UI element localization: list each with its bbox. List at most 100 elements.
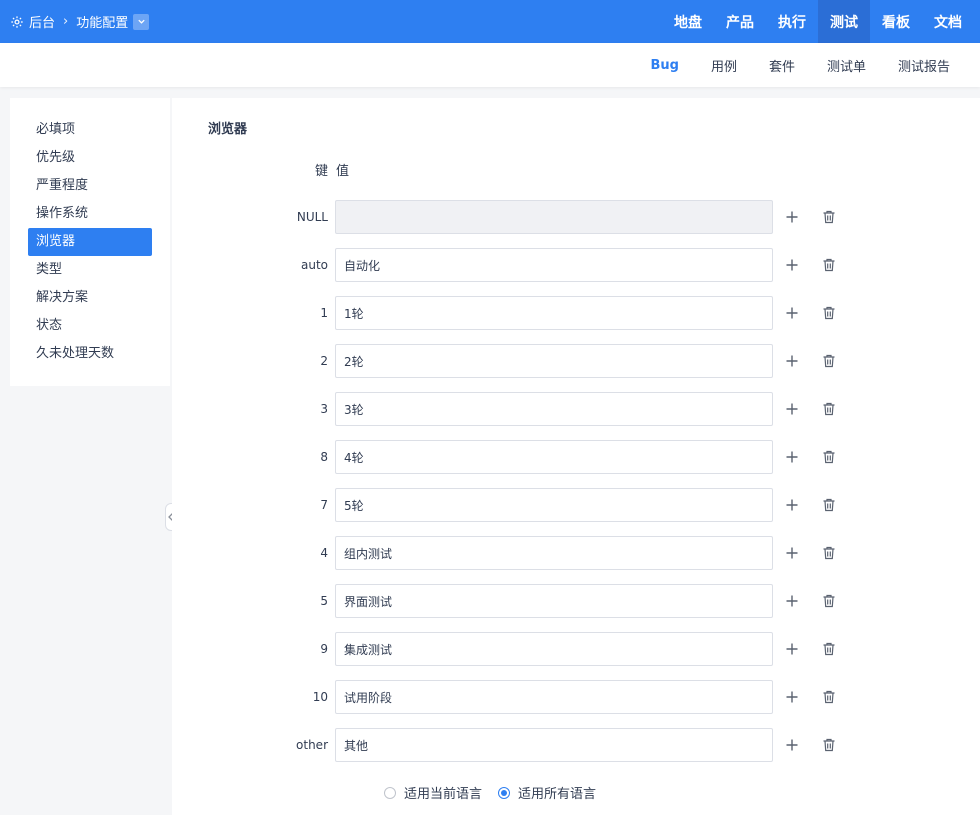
- radio-dot-icon[interactable]: [498, 786, 511, 799]
- key-value-row: 9: [172, 632, 980, 666]
- trash-icon[interactable]: [821, 641, 837, 657]
- plus-icon[interactable]: [784, 449, 800, 465]
- row-key: other: [296, 738, 328, 752]
- plus-icon[interactable]: [784, 545, 800, 561]
- row-value-input[interactable]: [335, 248, 773, 282]
- sidebar-item[interactable]: 浏览器: [28, 228, 152, 256]
- key-value-row: 5: [172, 584, 980, 618]
- row-key: 10: [312, 690, 328, 704]
- row-value-input[interactable]: [335, 488, 773, 522]
- radio-label: 适用当前语言: [404, 787, 483, 802]
- subnav-item[interactable]: 测试单: [811, 43, 882, 87]
- subnav-item[interactable]: 测试报告: [882, 43, 966, 87]
- row-key: 3: [320, 402, 328, 416]
- key-value-row: 7: [172, 488, 980, 522]
- sidebar-item[interactable]: 状态: [28, 312, 152, 340]
- breadcrumb-current[interactable]: 功能配置: [76, 12, 128, 31]
- radio-dot-icon[interactable]: [384, 786, 396, 799]
- plus-icon[interactable]: [784, 353, 800, 369]
- plus-icon[interactable]: [784, 305, 800, 321]
- sidebar-item[interactable]: 久未处理天数: [28, 340, 152, 368]
- row-value-input[interactable]: [335, 536, 773, 570]
- sub-navbar: Bug 用例 套件 测试单 测试报告: [0, 43, 980, 87]
- trash-icon[interactable]: [821, 449, 837, 465]
- topnav-item[interactable]: 测试: [818, 0, 870, 43]
- plus-icon[interactable]: [784, 401, 800, 417]
- trash-icon[interactable]: [821, 209, 837, 225]
- key-value-row: NULL: [172, 200, 980, 234]
- row-key: NULL: [296, 210, 328, 224]
- row-value-input[interactable]: [335, 584, 773, 618]
- key-value-row: 4: [172, 536, 980, 570]
- trash-icon[interactable]: [821, 353, 837, 369]
- key-value-row: 10: [172, 680, 980, 714]
- key-value-row: other: [172, 728, 980, 762]
- trash-icon[interactable]: [821, 401, 837, 417]
- plus-icon[interactable]: [784, 737, 800, 753]
- topnav-item[interactable]: 执行: [766, 0, 818, 43]
- row-value-input[interactable]: [335, 728, 773, 762]
- config-sidebar: 必填项 优先级 严重程度 操作系统 浏览器 类型 解决方案 状态 久未处理天数: [10, 98, 170, 386]
- trash-icon[interactable]: [821, 737, 837, 753]
- row-key: 1: [320, 306, 328, 320]
- key-value-row: auto: [172, 248, 980, 282]
- sidebar-item[interactable]: 类型: [28, 256, 152, 284]
- key-value-row: 2: [172, 344, 980, 378]
- trash-icon[interactable]: [821, 497, 837, 513]
- topnav-item[interactable]: 文档: [922, 0, 974, 43]
- radio-label: 适用所有语言: [518, 787, 597, 802]
- trash-icon[interactable]: [821, 257, 837, 273]
- breadcrumb-dropdown-button[interactable]: [133, 13, 150, 30]
- plus-icon[interactable]: [784, 257, 800, 273]
- key-value-row: 1: [172, 296, 980, 330]
- gear-icon: [11, 15, 23, 28]
- trash-icon[interactable]: [821, 689, 837, 705]
- plus-icon[interactable]: [784, 593, 800, 609]
- section-title: 浏览器: [208, 122, 248, 137]
- sidebar-item[interactable]: 优先级: [28, 144, 152, 172]
- breadcrumb-home[interactable]: 后台: [29, 12, 55, 31]
- language-scope-options: 适用当前语言 适用所有语言: [384, 783, 612, 802]
- main-nav: 地盘 产品 执行 测试 看板 文档: [662, 0, 974, 43]
- topnav-item[interactable]: 地盘: [662, 0, 714, 43]
- row-value-input[interactable]: [335, 200, 773, 234]
- trash-icon[interactable]: [821, 593, 837, 609]
- plus-icon[interactable]: [784, 689, 800, 705]
- sub-nav: Bug 用例 套件 测试单 测试报告: [634, 43, 966, 87]
- row-value-input[interactable]: [335, 440, 773, 474]
- sidebar-item[interactable]: 操作系统: [28, 200, 152, 228]
- language-scope-radio[interactable]: 适用所有语言: [498, 783, 596, 802]
- subnav-item[interactable]: Bug: [634, 43, 694, 87]
- row-value-input[interactable]: [335, 680, 773, 714]
- value-column-header: 值: [336, 164, 350, 179]
- plus-icon[interactable]: [784, 641, 800, 657]
- row-value-input[interactable]: [335, 344, 773, 378]
- key-value-row: 3: [172, 392, 980, 426]
- breadcrumb: 后台 › 功能配置: [0, 12, 150, 31]
- sidebar-item[interactable]: 严重程度: [28, 172, 152, 200]
- subnav-item[interactable]: 套件: [753, 43, 811, 87]
- row-key: 9: [320, 642, 328, 656]
- row-value-input[interactable]: [335, 632, 773, 666]
- row-key: 8: [320, 450, 328, 464]
- row-value-input[interactable]: [335, 392, 773, 426]
- trash-icon[interactable]: [821, 305, 837, 321]
- row-key: 5: [320, 594, 328, 608]
- row-key: auto: [300, 258, 328, 272]
- sidebar-item[interactable]: 解决方案: [28, 284, 152, 312]
- key-value-row: 8: [172, 440, 980, 474]
- topnav-item[interactable]: 看板: [870, 0, 922, 43]
- row-key: 7: [320, 498, 328, 512]
- plus-icon[interactable]: [784, 209, 800, 225]
- trash-icon[interactable]: [821, 545, 837, 561]
- key-column-header: 键: [314, 164, 328, 179]
- topnav-item[interactable]: 产品: [714, 0, 766, 43]
- breadcrumb-separator-icon: ›: [63, 14, 69, 29]
- subnav-item[interactable]: 用例: [695, 43, 753, 87]
- sidebar-item[interactable]: 必填项: [28, 116, 152, 144]
- chevron-down-icon: [138, 19, 145, 24]
- language-scope-radio[interactable]: 适用当前语言: [384, 783, 482, 802]
- plus-icon[interactable]: [784, 497, 800, 513]
- row-key: 4: [320, 546, 328, 560]
- row-value-input[interactable]: [335, 296, 773, 330]
